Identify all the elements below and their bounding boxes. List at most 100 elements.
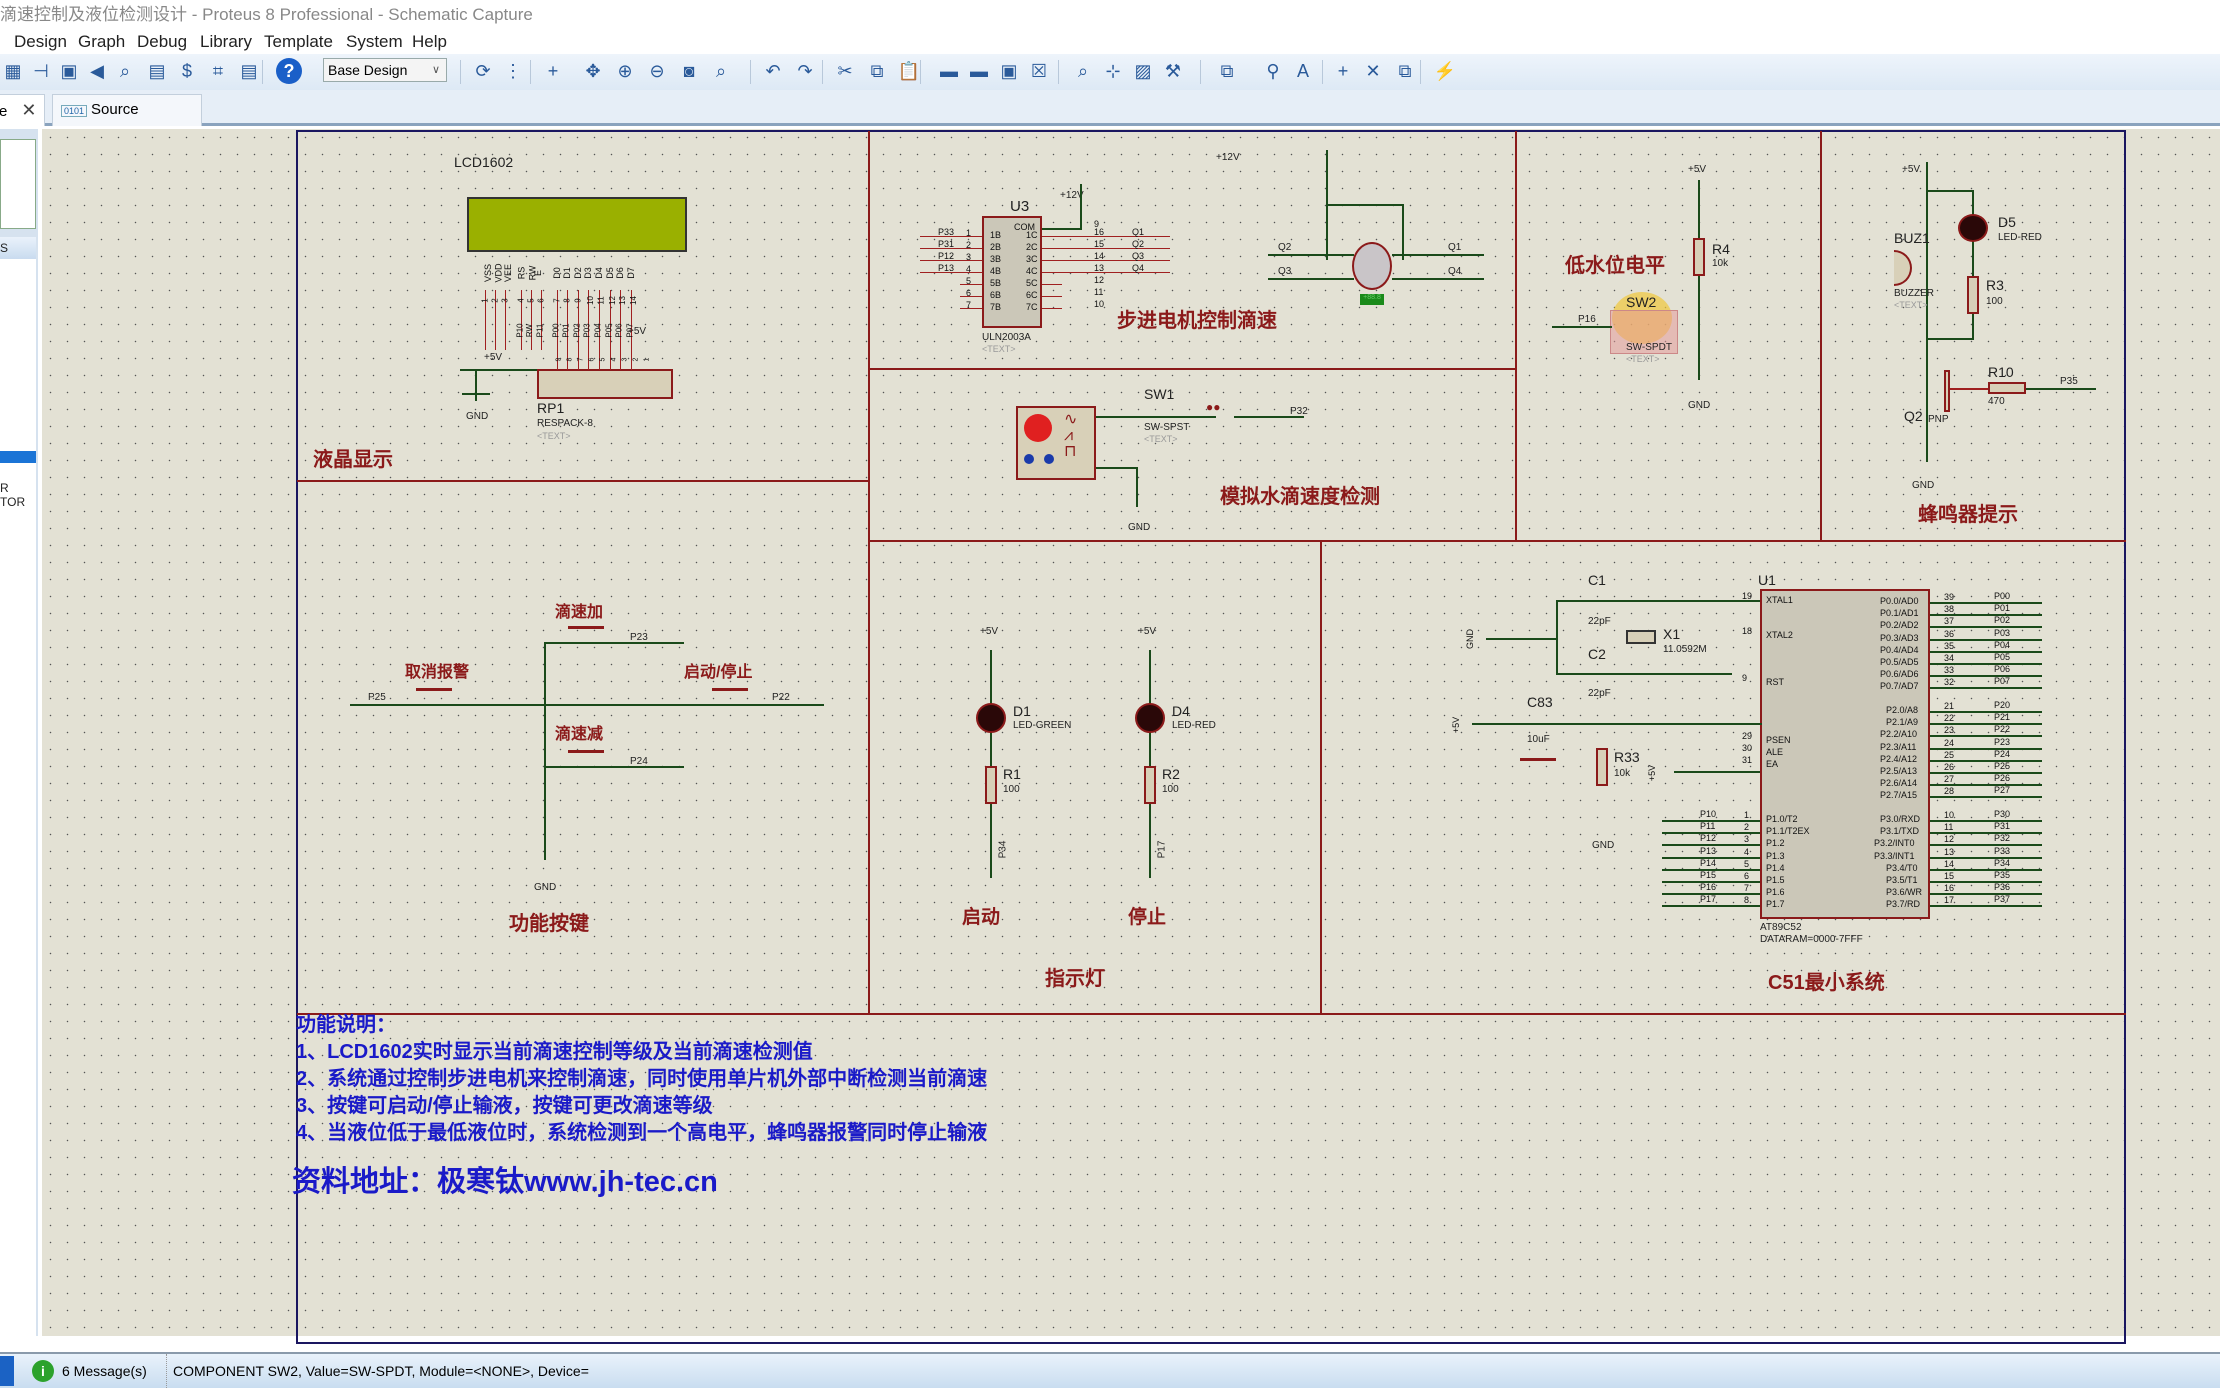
mcu-pin-number: 10	[1944, 810, 1955, 820]
led-d1[interactable]	[976, 703, 1006, 733]
design-notes-icon[interactable]: ▤	[236, 58, 262, 84]
am-knob[interactable]	[1024, 454, 1034, 464]
undo-icon[interactable]: ↶	[760, 58, 786, 84]
motor-vcc: +12V	[1216, 152, 1240, 163]
menu-template[interactable]: Template	[264, 30, 333, 54]
reset-button[interactable]	[1520, 758, 1556, 776]
paste-icon[interactable]: 📋	[896, 58, 922, 84]
device-item[interactable]: TOR	[0, 495, 25, 509]
stepper-motor[interactable]	[1352, 242, 1392, 290]
wire	[1268, 278, 1354, 280]
transistor-q2[interactable]	[1944, 370, 1950, 412]
menu-help[interactable]: Help	[412, 30, 447, 54]
zoom-out-icon[interactable]: ⊖	[644, 58, 670, 84]
wire	[544, 642, 546, 860]
tab-source-code[interactable]: 0101Source Code✕	[52, 94, 202, 151]
redo-icon[interactable]: ↷	[792, 58, 818, 84]
exit-to-parent-icon[interactable]: ⧉	[1392, 58, 1418, 84]
zoom-all-icon[interactable]: ◙	[676, 58, 702, 84]
zoom-area-icon[interactable]: ⌕	[708, 58, 734, 84]
menu-debug[interactable]: Debug	[137, 30, 187, 54]
search-icon[interactable]: ⚲	[1260, 58, 1286, 84]
chip-icon[interactable]: ▣	[56, 58, 82, 84]
menu-library[interactable]: Library	[200, 30, 252, 54]
mcu-pin-name: P2.3/A11	[1880, 741, 1917, 752]
led-d4[interactable]	[1135, 703, 1165, 733]
design-select[interactable]: Base Design ∨	[323, 58, 447, 82]
uln-pin-name: 3C	[1026, 254, 1038, 264]
devices-header: S	[0, 237, 36, 259]
mcu-pin-name: P3.2/INT0	[1874, 838, 1915, 849]
decompose-icon[interactable]: ⚒	[1160, 58, 1186, 84]
wire-autorouter-icon[interactable]: ⧉	[1214, 58, 1240, 84]
component-library-icon[interactable]: ⊣	[28, 58, 54, 84]
remove-sheet-icon[interactable]: ✕	[1360, 58, 1386, 84]
button-drip-sub[interactable]	[568, 750, 604, 768]
button-cancel-alarm[interactable]	[416, 688, 452, 706]
resistor-r1[interactable]	[985, 766, 997, 804]
pick-device-icon[interactable]: ⌕	[1070, 58, 1096, 84]
pan-icon[interactable]: ✥	[580, 58, 606, 84]
block-copy-icon[interactable]: ▬	[936, 58, 962, 84]
zoom-in-icon[interactable]: ⊕	[612, 58, 638, 84]
lcd-pin-name: D6	[614, 267, 625, 279]
source-code-icon[interactable]: ⌗	[205, 58, 231, 84]
bill-of-materials-icon[interactable]: $	[174, 58, 200, 84]
uln-pin-number: 14	[1094, 251, 1105, 261]
menu-graph[interactable]: Graph	[78, 30, 125, 54]
device-item-selected[interactable]	[0, 451, 36, 463]
refresh-icon[interactable]: ⟳	[470, 58, 496, 84]
uln-pin-number: 11	[1094, 287, 1104, 297]
device-list[interactable]: R TOR	[0, 259, 36, 1336]
mcu-pin-name: P2.4/A12	[1880, 753, 1918, 764]
electrical-rule-check-icon[interactable]: ⚡	[1432, 58, 1458, 84]
cut-icon[interactable]: ✂	[832, 58, 858, 84]
button-drip-add[interactable]	[568, 626, 604, 644]
frequency-knob[interactable]	[1024, 414, 1052, 442]
packaging-tool-icon[interactable]: ▨	[1130, 58, 1156, 84]
uln-pin-name: 6C	[1026, 290, 1038, 300]
button-start-stop[interactable]	[712, 688, 748, 706]
close-icon[interactable]: ✕	[21, 100, 36, 120]
pcb-layout-icon[interactable]: ▤	[144, 58, 170, 84]
device-item[interactable]: R	[0, 481, 9, 495]
resistor-r3[interactable]	[1967, 276, 1979, 314]
zoom-inspect-icon[interactable]: ⌕	[112, 58, 138, 84]
rp1-pin-number: 4	[610, 357, 618, 362]
switch-toggle[interactable]: ●●	[1206, 401, 1226, 413]
mcu-pin-name: XTAL2	[1766, 630, 1793, 640]
messages-count[interactable]: 6 Message(s)	[62, 1354, 147, 1388]
info-icon[interactable]: i	[32, 1360, 54, 1382]
block-delete-icon[interactable]: ☒	[1026, 58, 1052, 84]
copy-icon[interactable]: ⧉	[864, 58, 890, 84]
net-label: P00	[1994, 591, 2011, 601]
simulation-graph-icon[interactable]: ◀	[84, 58, 110, 84]
led-d5[interactable]	[1958, 214, 1988, 242]
mcu-pin-name: P2.2/A10	[1880, 729, 1918, 740]
menu-system[interactable]: System	[346, 30, 403, 54]
respack-rp1[interactable]	[537, 369, 673, 399]
resistor-r10[interactable]	[1988, 382, 2026, 394]
crystal-x1[interactable]	[1626, 630, 1656, 644]
origin-icon[interactable]: +	[540, 58, 566, 84]
block-move-icon[interactable]: ▬	[966, 58, 992, 84]
help-icon[interactable]: ?	[276, 58, 302, 84]
block-rotate-icon[interactable]: ▣	[996, 58, 1022, 84]
property-assignment-icon[interactable]: A	[1290, 58, 1316, 84]
tab-schematic[interactable]: e ✕	[0, 94, 46, 126]
toolbar-separator	[530, 60, 531, 84]
signal-generator[interactable]: ∿ ⩘ ⊓	[1016, 406, 1096, 480]
new-sheet-icon[interactable]: +	[1330, 58, 1356, 84]
fm-knob[interactable]	[1044, 454, 1054, 464]
make-device-icon[interactable]: ⊹	[1100, 58, 1126, 84]
lcd-display[interactable]	[467, 197, 687, 252]
menu-design[interactable]: Design	[14, 30, 67, 54]
lcd-net-label: P01	[561, 323, 571, 338]
resistor-r33[interactable]	[1596, 748, 1608, 786]
resistor-r4[interactable]	[1693, 238, 1705, 276]
grid-toggle-icon[interactable]: ⋮	[500, 58, 526, 84]
resistor-r2[interactable]	[1144, 766, 1156, 804]
overview-preview[interactable]	[0, 139, 36, 229]
component-mode-icon[interactable]: ▦	[0, 58, 26, 84]
uln-pin-number: 16	[1094, 227, 1105, 237]
